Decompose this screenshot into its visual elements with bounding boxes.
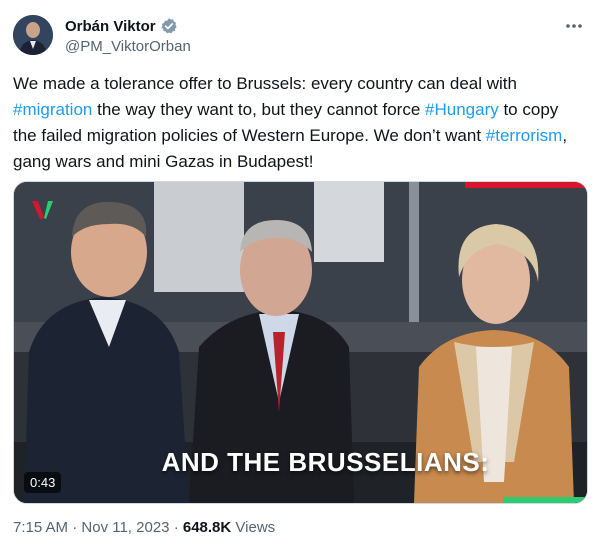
video-duration: 0:43: [24, 472, 62, 493]
author-block: Orbán Viktor @PM_ViktorOrban: [65, 16, 191, 58]
tweet-card: Orbán Viktor @PM_ViktorOrban We made a t…: [0, 0, 600, 549]
tweet-date[interactable]: Nov 11, 2023: [81, 519, 169, 536]
tweet-meta: 7:15 AM · Nov 11, 2023 · 648.8K Views: [13, 519, 275, 536]
meta-separator: ·: [72, 519, 78, 536]
video-player[interactable]: AND THE BRUSSELIANS: 0:43: [13, 181, 588, 504]
channel-logo-icon: [30, 198, 54, 222]
handle[interactable]: @PM_ViktorOrban: [65, 38, 191, 58]
verified-badge-icon: [160, 17, 178, 35]
progress-accent-red: [465, 182, 587, 188]
progress-accent-green: [503, 497, 587, 503]
more-dots-icon[interactable]: [564, 16, 584, 36]
tweet-text: We made a tolerance offer to Brussels: e…: [13, 71, 585, 175]
display-name[interactable]: Orbán Viktor: [65, 18, 156, 35]
tweet-text-segment: the way they want to, but they cannot fo…: [92, 100, 426, 119]
tweet-text-segment: We made a tolerance offer to Brussels: e…: [13, 74, 517, 93]
views-label: Views: [235, 519, 276, 536]
tweet-time[interactable]: 7:15 AM: [13, 519, 68, 536]
views-count: 648.8K: [182, 519, 232, 536]
hashtag-link[interactable]: #terrorism: [486, 126, 563, 145]
video-caption: AND THE BRUSSELIANS:: [161, 447, 490, 477]
meta-separator: ·: [173, 519, 179, 536]
hashtag-link[interactable]: #migration: [13, 100, 92, 119]
hashtag-link[interactable]: #Hungary: [425, 100, 499, 119]
avatar[interactable]: [13, 15, 53, 55]
